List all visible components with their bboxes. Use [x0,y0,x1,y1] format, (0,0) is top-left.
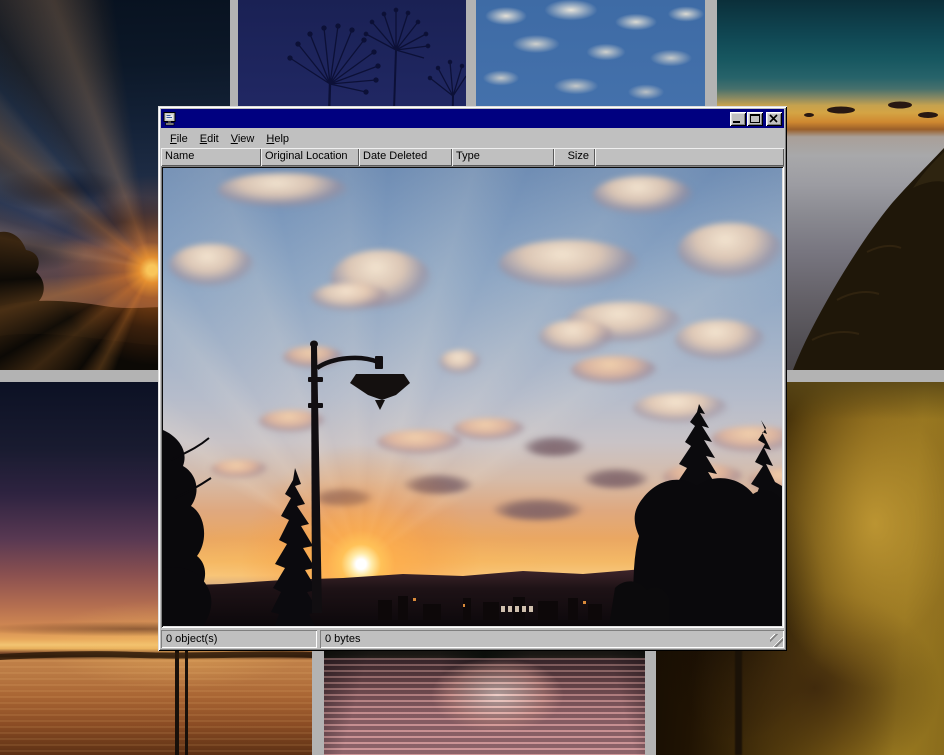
minimize-button[interactable] [730,112,746,126]
list-column-headers: Name Original Location Date Deleted Type… [161,148,784,166]
menu-view[interactable]: View [225,131,261,147]
desktop: { "desktop": { "gap_color": "#b3b3b3", "… [0,0,944,755]
maximize-icon [747,112,763,126]
resize-grip[interactable] [770,634,783,647]
trees-right [609,404,782,626]
status-objects: 0 object(s) [161,630,317,648]
status-bytes: 0 bytes [320,630,784,648]
menu-edit[interactable]: Edit [194,131,225,147]
file-list-area[interactable] [161,166,784,628]
left-foliage [163,430,211,626]
title-bar[interactable] [161,109,784,128]
recycle-bin-window: File Edit View Help Name Original Locati… [158,106,787,651]
close-icon [766,112,782,126]
client-sunset-photo [163,168,782,626]
street-lamp [308,341,410,614]
column-header-type[interactable]: Type [452,148,554,166]
menu-file[interactable]: File [164,131,194,147]
minimize-icon [730,112,746,126]
column-header-original-location[interactable]: Original Location [261,148,359,166]
column-header-size[interactable]: Size [554,148,595,166]
sunset-scene-silhouettes [163,168,782,626]
column-header-filler [595,148,784,166]
status-bar: 0 object(s) 0 bytes [161,630,784,648]
close-button[interactable] [766,112,782,126]
application-icon [163,112,178,126]
maximize-button[interactable] [747,112,763,126]
pink-ripples [324,658,645,755]
menu-bar: File Edit View Help [161,128,784,148]
column-header-name[interactable]: Name [161,148,261,166]
menu-help[interactable]: Help [260,131,295,147]
column-header-date-deleted[interactable]: Date Deleted [359,148,452,166]
